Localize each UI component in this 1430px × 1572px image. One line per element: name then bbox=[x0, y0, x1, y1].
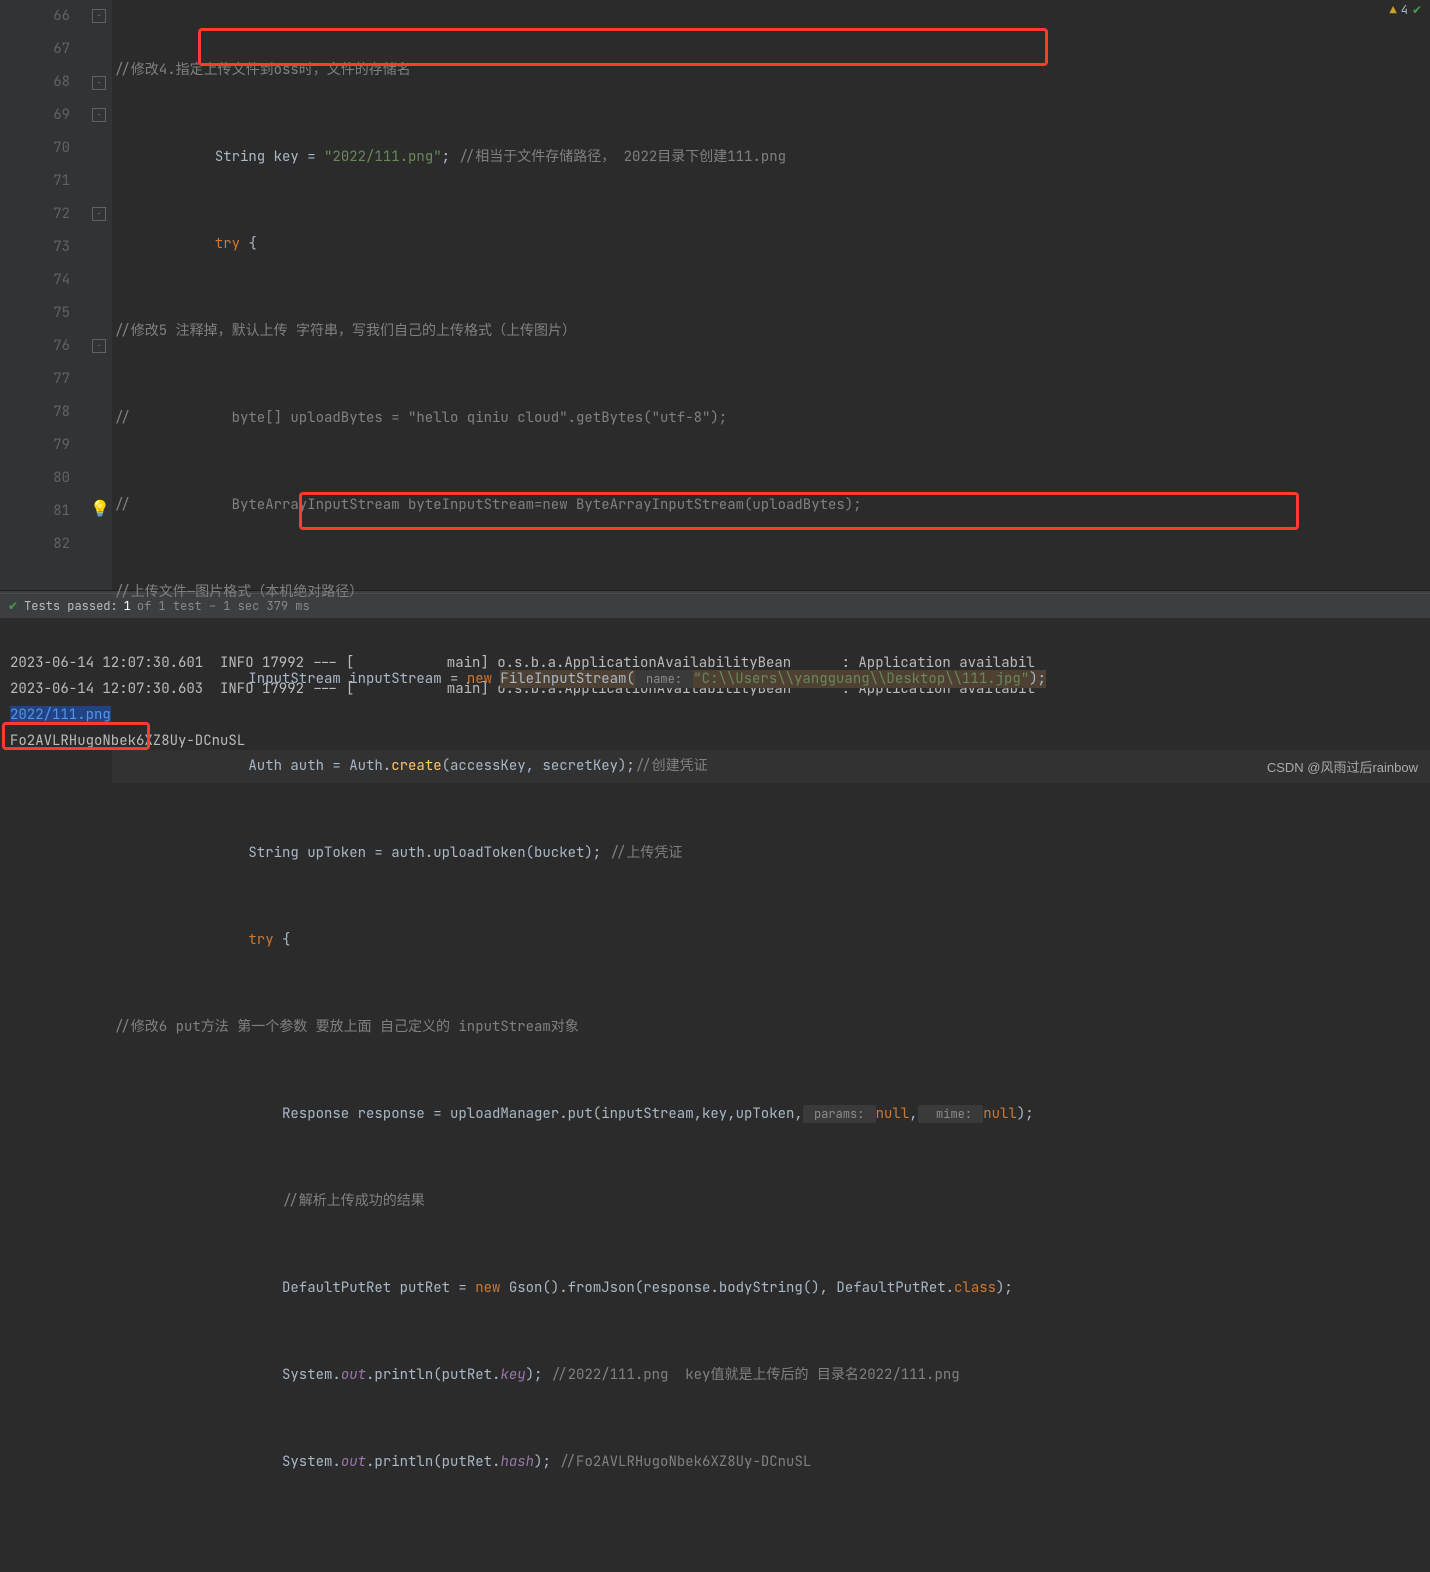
code-text: out bbox=[341, 1366, 366, 1384]
line-number: 76 bbox=[0, 330, 70, 363]
watermark-text: CSDN @风雨过后rainbow bbox=[1267, 757, 1418, 776]
code-editor[interactable]: ▲ 4 ✔ 66 67 68 69 70 71 72 73 74 75 76 7… bbox=[0, 0, 1430, 590]
code-text: InputStream inputStream = bbox=[248, 670, 466, 688]
line-number: 73 bbox=[0, 231, 70, 264]
line-number: 75 bbox=[0, 297, 70, 330]
code-text: //上传文件—图片格式（本机绝对路径） bbox=[114, 583, 363, 601]
code-text: = bbox=[299, 148, 324, 166]
line-number: 80 bbox=[0, 462, 70, 495]
code-text: . bbox=[366, 1366, 374, 1384]
code-text: try bbox=[248, 931, 273, 949]
code-text: System. bbox=[282, 1366, 341, 1384]
code-text: //相当于文件存储路径， 2022目录下创建111.png bbox=[450, 148, 786, 166]
param-hint: params: bbox=[803, 1105, 876, 1123]
param-hint: name: bbox=[635, 670, 693, 688]
code-text: //解析上传成功的结果 bbox=[282, 1192, 425, 1210]
fold-column: − − − − − 💡 bbox=[90, 0, 112, 590]
fold-toggle[interactable]: − bbox=[92, 108, 106, 122]
line-number: 81 bbox=[0, 495, 70, 528]
intention-bulb-icon[interactable]: 💡 bbox=[90, 498, 110, 519]
line-gutter: 66 67 68 69 70 71 72 73 74 75 76 77 78 7… bbox=[0, 0, 90, 590]
code-text: key bbox=[274, 148, 299, 166]
code-text: new bbox=[475, 1279, 500, 1297]
code-text: //上传凭证 bbox=[610, 844, 683, 862]
code-text: ); bbox=[1029, 670, 1046, 688]
line-number: 69 bbox=[0, 99, 70, 132]
code-text: key bbox=[500, 1366, 525, 1384]
code-text: System. bbox=[282, 1453, 341, 1471]
line-number: 68 bbox=[0, 66, 70, 99]
code-text: String bbox=[215, 148, 274, 166]
code-text: //2022/111.png key值就是上传后的 目录名2022/111.pn… bbox=[542, 1366, 959, 1384]
code-text: Gson bbox=[509, 1279, 543, 1297]
param-hint: mime: bbox=[918, 1105, 984, 1123]
code-text: Auth auth = Auth. bbox=[248, 757, 391, 775]
line-number: 74 bbox=[0, 264, 70, 297]
code-text: Response response = uploadManager.put(in… bbox=[282, 1105, 803, 1123]
line-number: 72 bbox=[0, 198, 70, 231]
tests-passed-label: Tests passed: bbox=[24, 598, 118, 614]
code-text: // ByteArrayInputStream byteInputStream=… bbox=[114, 496, 862, 514]
code-text: ; bbox=[442, 148, 450, 166]
code-text: //修改6 put方法 第一个参数 要放上面 自己定义的 inputStream… bbox=[114, 1018, 579, 1036]
line-number: 66 bbox=[0, 0, 70, 33]
fold-toggle[interactable]: − bbox=[92, 207, 106, 221]
code-text bbox=[500, 1279, 508, 1297]
code-text: class bbox=[954, 1279, 996, 1297]
code-text: { bbox=[274, 931, 291, 949]
code-text: ().fromJson(response.bodyString(), Defau… bbox=[542, 1279, 954, 1297]
code-text: // byte[] uploadBytes = "hello qiniu clo… bbox=[114, 409, 727, 427]
code-text: DefaultPutRet putRet = bbox=[282, 1279, 475, 1297]
code-content[interactable]: //修改4.指定上传文件到oss时，文件的存储名 String key = "2… bbox=[112, 0, 1430, 590]
code-text: null bbox=[983, 1105, 1017, 1123]
code-text: //修改5 注释掉，默认上传 字符串，写我们自己的上传格式（上传图片） bbox=[114, 322, 576, 340]
code-text: String upToken = auth.uploadToken(bucket… bbox=[248, 844, 609, 862]
line-number: 79 bbox=[0, 429, 70, 462]
test-pass-icon: ✔ bbox=[8, 598, 18, 614]
code-text: ( bbox=[626, 670, 634, 688]
code-text: println bbox=[374, 1366, 433, 1384]
code-text: (putRet. bbox=[433, 1366, 500, 1384]
fold-toggle[interactable]: − bbox=[92, 76, 106, 90]
line-number: 71 bbox=[0, 165, 70, 198]
code-text: "2022/111.png" bbox=[324, 148, 442, 166]
code-text: (putRet. bbox=[433, 1453, 500, 1471]
code-text: println bbox=[374, 1453, 433, 1471]
code-text: try bbox=[215, 235, 240, 253]
line-number: 82 bbox=[0, 528, 70, 561]
line-number: 70 bbox=[0, 132, 70, 165]
code-text: , bbox=[909, 1105, 917, 1123]
code-text: //修改4.指定上传文件到oss时，文件的存储名 bbox=[114, 61, 411, 79]
code-text: (accessKey, secretKey); bbox=[442, 757, 635, 775]
line-number: 77 bbox=[0, 363, 70, 396]
code-text: new bbox=[467, 670, 492, 688]
code-text: null bbox=[876, 1105, 910, 1123]
line-number: 67 bbox=[0, 33, 70, 66]
code-text: ); bbox=[526, 1366, 543, 1384]
code-text: ); bbox=[534, 1453, 551, 1471]
code-text: ); bbox=[996, 1279, 1013, 1297]
code-text: ); bbox=[1017, 1105, 1034, 1123]
fold-toggle[interactable]: − bbox=[92, 339, 106, 353]
code-text: //创建凭证 bbox=[635, 757, 708, 775]
line-number: 78 bbox=[0, 396, 70, 429]
code-text: out bbox=[341, 1453, 366, 1471]
console-link[interactable]: 2022/111.png bbox=[10, 706, 111, 724]
code-text: FileInputStream bbox=[500, 670, 626, 688]
code-text: . bbox=[366, 1453, 374, 1471]
code-text: { bbox=[240, 235, 257, 253]
code-text: hash bbox=[500, 1453, 534, 1471]
code-text: //Fo2AVLRHugoNbek6XZ8Uy-DCnuSL bbox=[551, 1453, 811, 1471]
fold-toggle[interactable]: − bbox=[92, 9, 106, 23]
code-text: create bbox=[391, 757, 441, 775]
code-text: "C:\\Users\\yangguang\\Desktop\\111.jpg" bbox=[693, 670, 1029, 688]
